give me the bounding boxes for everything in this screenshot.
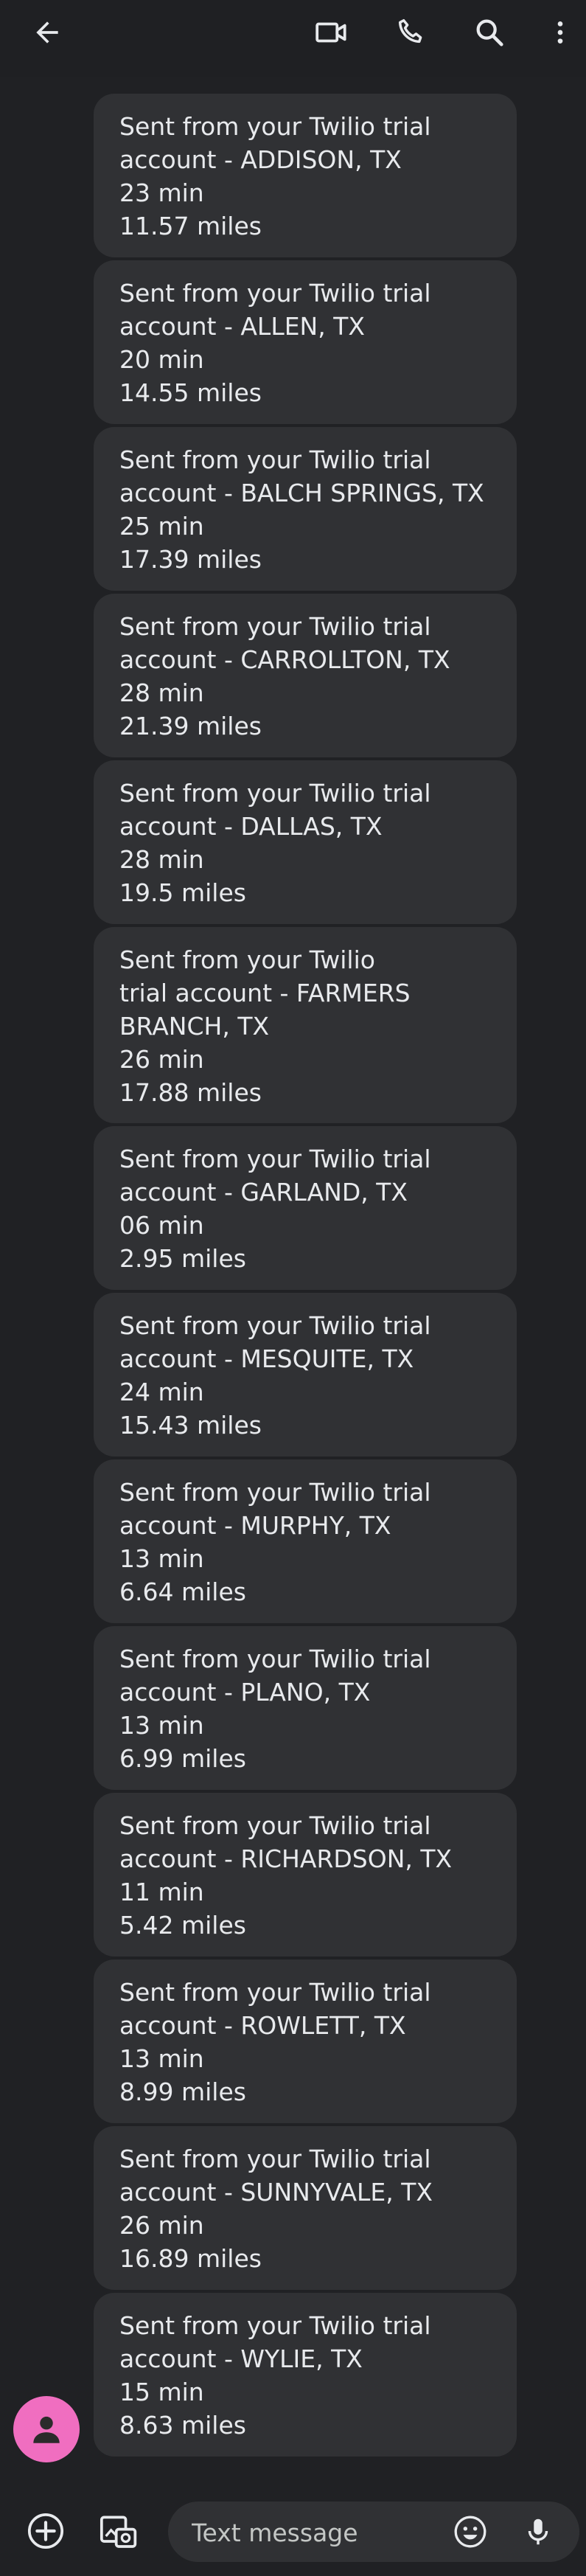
message-line: 17.39 miles — [119, 545, 262, 574]
message-line: account - DALLAS, TX — [119, 812, 383, 841]
message-line: 28 min — [119, 845, 204, 874]
message-line: 13 min — [119, 1544, 204, 1573]
message-line: 11 min — [119, 1878, 204, 1906]
message-line: 5.42 miles — [119, 1911, 246, 1940]
message-line: BRANCH, TX — [119, 1012, 270, 1041]
emoji-button[interactable] — [447, 2508, 494, 2555]
phone-call-button[interactable] — [389, 7, 433, 58]
video-call-icon — [315, 22, 346, 43]
message-line: Sent from your Twilio trial — [119, 779, 431, 808]
add-circle-icon — [27, 2513, 64, 2549]
message-bubble[interactable]: Sent from your Twilio trial account - AL… — [94, 260, 517, 424]
message-line: 26 min — [119, 2211, 204, 2240]
message-line: account - MURPHY, TX — [119, 1511, 391, 1540]
mic-icon — [528, 2518, 548, 2545]
search-icon — [476, 19, 503, 46]
message-input-container — [168, 2502, 579, 2563]
message-line: Sent from your Twilio trial — [119, 1311, 431, 1340]
message-line: account - RICHARDSON, TX — [119, 1844, 453, 1873]
message-line: 15.43 miles — [119, 1411, 262, 1440]
message-input[interactable] — [190, 2502, 451, 2563]
conversation-screen: Sent from your Twilio trial account - AD… — [0, 0, 586, 2576]
message-bubble[interactable]: Sent from your Twilio trial account - PL… — [94, 1626, 517, 1790]
message-line: 23 min — [119, 178, 204, 207]
message-line: 20 min — [119, 345, 204, 374]
message-line: account - PLANO, TX — [119, 1678, 371, 1707]
message-line: 2.95 miles — [119, 1244, 246, 1273]
message-line: account - SUNNYVALE, TX — [119, 2178, 433, 2207]
message-line: 13 min — [119, 1711, 204, 1740]
more-options-button[interactable] — [545, 7, 575, 58]
voice-input-button[interactable] — [515, 2508, 562, 2555]
message-line: 16.89 miles — [119, 2244, 262, 2273]
phone-call-icon — [398, 18, 422, 44]
message-bubble[interactable]: Sent from your Twilio trial account - WY… — [94, 2293, 517, 2457]
message-line: Sent from your Twilio trial — [119, 1478, 431, 1507]
message-line: account - ADDISON, TX — [119, 145, 402, 174]
message-bubble[interactable]: Sent from your Twilio trial account - ME… — [94, 1293, 517, 1457]
message-line: 21.39 miles — [119, 712, 262, 740]
message-line: Sent from your Twilio — [119, 945, 375, 974]
message-line: Sent from your Twilio trial — [119, 1811, 431, 1840]
search-button[interactable] — [467, 7, 512, 58]
message-line: account - ALLEN, TX — [119, 312, 365, 341]
message-line: 8.99 miles — [119, 2077, 246, 2106]
message-line: 8.63 miles — [119, 2411, 246, 2440]
message-line: account - GARLAND, TX — [119, 1178, 408, 1207]
video-call-button[interactable] — [310, 7, 354, 58]
message-line: 19.5 miles — [119, 878, 246, 907]
message-bubble[interactable]: Sent from your Twilio trial account - SU… — [94, 2126, 517, 2290]
message-line: Sent from your Twilio trial — [119, 2145, 431, 2173]
message-line: 25 min — [119, 512, 204, 541]
message-line: 06 min — [119, 1211, 204, 1240]
message-line: Sent from your Twilio trial — [119, 279, 431, 308]
message-line: Sent from your Twilio trial — [119, 1978, 431, 2007]
message-line: 6.64 miles — [119, 1577, 246, 1606]
message-line: account - BALCH SPRINGS, TX — [119, 479, 484, 507]
message-bubble[interactable]: Sent from your Twilio trial account - FA… — [94, 927, 517, 1123]
back-arrow-icon — [36, 21, 58, 44]
message-line: Sent from your Twilio trial — [119, 612, 431, 641]
message-line: 26 min — [119, 1045, 204, 1074]
message-bubble[interactable]: Sent from your Twilio trial account - DA… — [94, 760, 517, 924]
top-app-bar — [0, 0, 586, 77]
message-line: 11.57 miles — [119, 212, 262, 240]
message-bubble[interactable]: Sent from your Twilio trial account - RI… — [94, 1793, 517, 1957]
gallery-icon — [100, 2516, 137, 2548]
message-bubble[interactable]: Sent from your Twilio trial account - AD… — [94, 94, 517, 257]
compose-bar — [0, 2485, 586, 2576]
message-line: 15 min — [119, 2378, 204, 2406]
message-line: Sent from your Twilio trial — [119, 112, 431, 141]
message-line: account - ROWLETT, TX — [119, 2011, 406, 2040]
add-attachment-button[interactable] — [22, 2507, 69, 2555]
message-bubble[interactable]: Sent from your Twilio trial account - BA… — [94, 427, 517, 591]
message-line: Sent from your Twilio trial — [119, 2311, 431, 2340]
message-line: account - CARROLLTON, TX — [119, 645, 450, 674]
message-bubble[interactable]: Sent from your Twilio trial account - CA… — [94, 594, 517, 757]
back-button[interactable] — [22, 7, 72, 58]
message-bubble[interactable]: Sent from your Twilio trial account - GA… — [94, 1126, 517, 1290]
person-icon — [33, 2416, 60, 2443]
message-line: 28 min — [119, 678, 204, 707]
gallery-button[interactable] — [94, 2507, 142, 2555]
message-line: 6.99 miles — [119, 1744, 246, 1773]
message-line: 13 min — [119, 2044, 204, 2073]
message-line: 14.55 miles — [119, 378, 262, 407]
message-line: trial account - FARMERS — [119, 979, 411, 1007]
message-line: 17.88 miles — [119, 1078, 262, 1107]
avatar[interactable] — [13, 2396, 80, 2462]
message-line: Sent from your Twilio trial — [119, 1145, 431, 1173]
message-bubble[interactable]: Sent from your Twilio trial account - MU… — [94, 1459, 517, 1623]
emoji-icon — [454, 2516, 486, 2548]
message-line: Sent from your Twilio trial — [119, 445, 431, 474]
message-bubble[interactable]: Sent from your Twilio trial account - RO… — [94, 1959, 517, 2123]
message-line: account - WYLIE, TX — [119, 2344, 363, 2373]
message-line: 24 min — [119, 1378, 204, 1406]
more-vert-icon — [557, 21, 563, 44]
message-line: Sent from your Twilio trial — [119, 1645, 431, 1673]
message-line: account - MESQUITE, TX — [119, 1344, 414, 1373]
